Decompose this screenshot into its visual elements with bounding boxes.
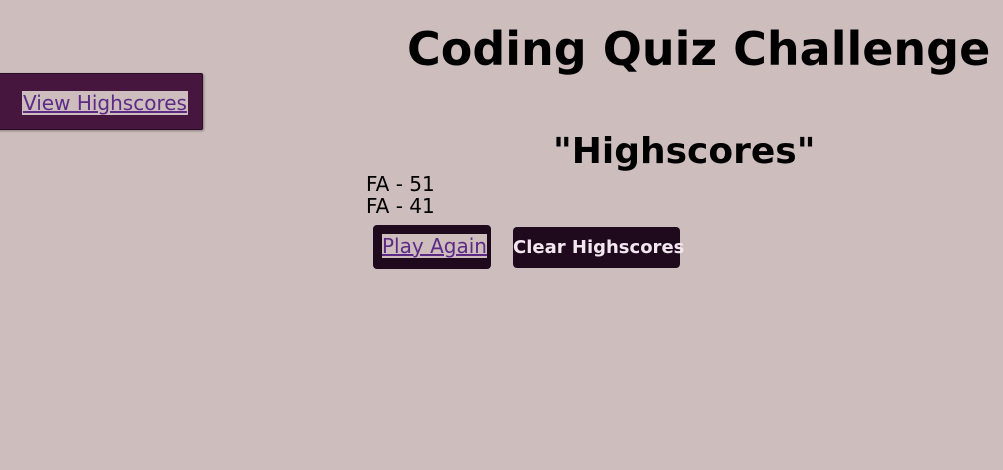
play-again-link[interactable]: Play Again bbox=[382, 234, 487, 258]
view-highscores-link[interactable]: View Highscores bbox=[22, 91, 188, 115]
highscore-entry: FA - 41 bbox=[366, 194, 435, 218]
highscore-list: FA - 51 FA - 41 bbox=[366, 173, 435, 217]
page-title: Coding Quiz Challenge bbox=[407, 22, 991, 76]
highscore-entry: FA - 51 bbox=[366, 172, 435, 196]
play-again-button[interactable]: Play Again bbox=[373, 225, 491, 269]
view-highscores-button[interactable]: View Highscores bbox=[0, 73, 203, 130]
clear-highscores-button[interactable]: Clear Highscores bbox=[513, 227, 684, 268]
highscores-heading: "Highscores" bbox=[553, 131, 816, 172]
